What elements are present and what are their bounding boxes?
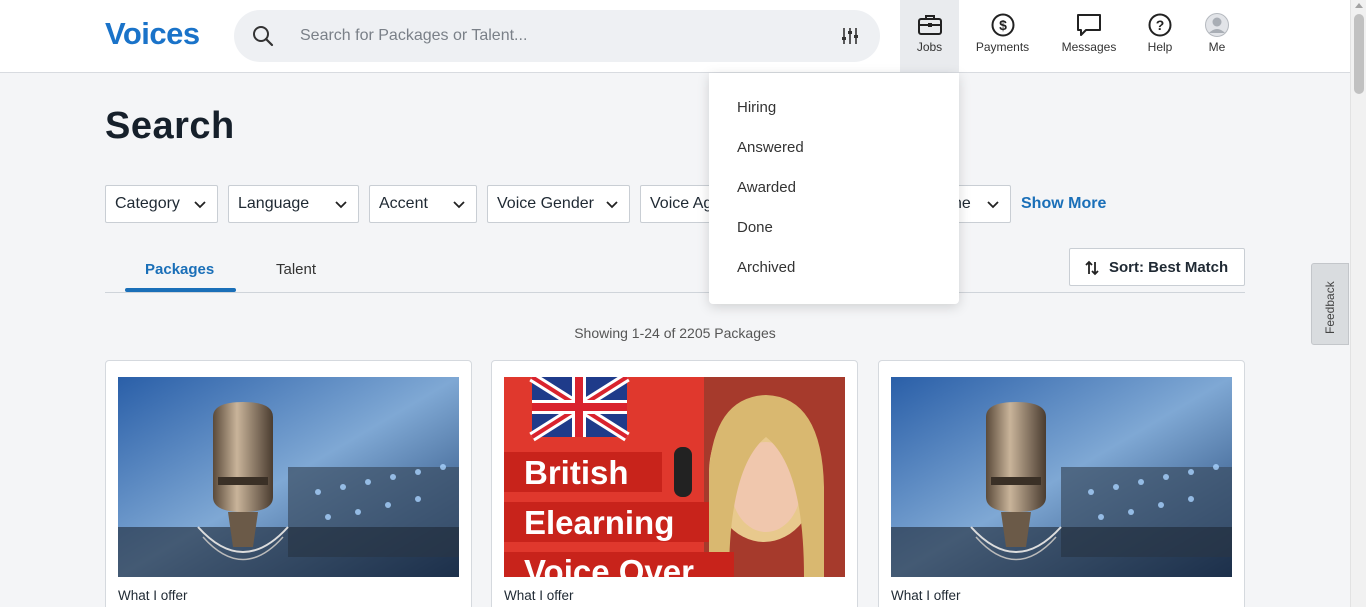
british-elearning-image[interactable]: British Elearning Voice Over — [504, 377, 845, 577]
studio-microphone-image[interactable] — [891, 377, 1232, 577]
message-icon — [1077, 14, 1101, 36]
nav-jobs[interactable]: Jobs — [900, 0, 959, 72]
nav-me-label: Me — [1208, 40, 1226, 54]
sort-arrows-icon — [1085, 260, 1099, 276]
menu-item-archived[interactable]: Archived — [737, 259, 795, 276]
filter-category[interactable]: Category — [105, 185, 218, 223]
chevron-down-icon — [453, 201, 465, 209]
card-caption: What I offer — [118, 588, 188, 603]
chevron-down-icon — [606, 201, 618, 209]
package-card[interactable]: What I offer — [105, 360, 472, 607]
filter-accent-label: Accent — [379, 195, 428, 212]
banner-line-3: Voice Over — [524, 553, 694, 577]
filter-voice-gender[interactable]: Voice Gender — [487, 185, 630, 223]
help-icon: ? — [1148, 13, 1172, 37]
nav-me[interactable]: Me — [1199, 0, 1235, 72]
nav-help[interactable]: ? Help — [1140, 0, 1180, 72]
search-bar — [234, 10, 880, 62]
tab-talent[interactable]: Talent — [276, 261, 316, 278]
voices-logo[interactable]: Voices — [105, 16, 200, 52]
jobs-dropdown-menu: Hiring Answered Awarded Done Archived — [709, 73, 959, 304]
scrollbar-thumb[interactable] — [1354, 14, 1364, 94]
banner-line-2: Elearning — [524, 504, 675, 541]
nav-payments-label: Payments — [975, 40, 1030, 54]
tabs-divider — [105, 292, 1245, 293]
search-input[interactable] — [300, 22, 800, 50]
filter-language-label: Language — [238, 195, 310, 212]
sort-button[interactable]: Sort: Best Match — [1069, 248, 1245, 286]
tab-packages[interactable]: Packages — [145, 261, 214, 278]
feedback-tab[interactable]: Feedback — [1311, 263, 1349, 345]
chevron-down-icon — [335, 201, 347, 209]
show-more-link[interactable]: Show More — [1021, 195, 1106, 213]
nav-messages[interactable]: Messages — [1057, 0, 1121, 72]
filter-sliders-icon[interactable] — [840, 26, 860, 46]
filter-voice-gender-label: Voice Gender — [497, 195, 594, 212]
svg-text:?: ? — [1156, 17, 1165, 33]
nav-jobs-label: Jobs — [916, 40, 943, 54]
briefcase-icon — [917, 15, 942, 35]
card-caption: What I offer — [891, 588, 961, 603]
filter-category-label: Category — [115, 195, 180, 212]
results-count: Showing 1-24 of 2205 Packages — [574, 325, 776, 341]
package-card[interactable]: British Elearning Voice Over What I offe… — [491, 360, 858, 607]
banner-line-1: British — [524, 454, 629, 491]
svg-text:$: $ — [999, 17, 1007, 33]
search-icon[interactable] — [252, 25, 274, 47]
filter-accent[interactable]: Accent — [369, 185, 477, 223]
nav-help-label: Help — [1147, 40, 1173, 54]
filter-language[interactable]: Language — [228, 185, 359, 223]
dollar-icon: $ — [991, 13, 1014, 37]
scroll-up-arrow-icon[interactable] — [1355, 3, 1363, 8]
studio-microphone-image[interactable] — [118, 377, 459, 577]
chevron-down-icon — [987, 201, 999, 209]
package-card[interactable]: What I offer — [878, 360, 1245, 607]
menu-item-done[interactable]: Done — [737, 219, 773, 236]
active-tab-indicator — [125, 288, 236, 292]
card-caption: What I offer — [504, 588, 574, 603]
page-scrollbar[interactable] — [1350, 0, 1366, 607]
filter-voice-age-label: Voice Ag — [650, 195, 713, 212]
filter-voice-age[interactable]: Voice Ag — [640, 185, 720, 223]
menu-item-awarded[interactable]: Awarded — [737, 179, 796, 196]
nav-messages-label: Messages — [1061, 40, 1117, 54]
menu-item-answered[interactable]: Answered — [737, 139, 804, 156]
top-header: Voices Jobs $ Payments — [0, 0, 1350, 73]
nav-payments[interactable]: $ Payments — [970, 0, 1035, 72]
feedback-label: Feedback — [1323, 281, 1337, 334]
sort-button-label: Sort: Best Match — [1109, 259, 1229, 276]
menu-item-hiring[interactable]: Hiring — [737, 99, 776, 116]
chevron-down-icon — [194, 201, 206, 209]
avatar-icon — [1205, 13, 1229, 37]
page-title: Search — [105, 105, 235, 147]
